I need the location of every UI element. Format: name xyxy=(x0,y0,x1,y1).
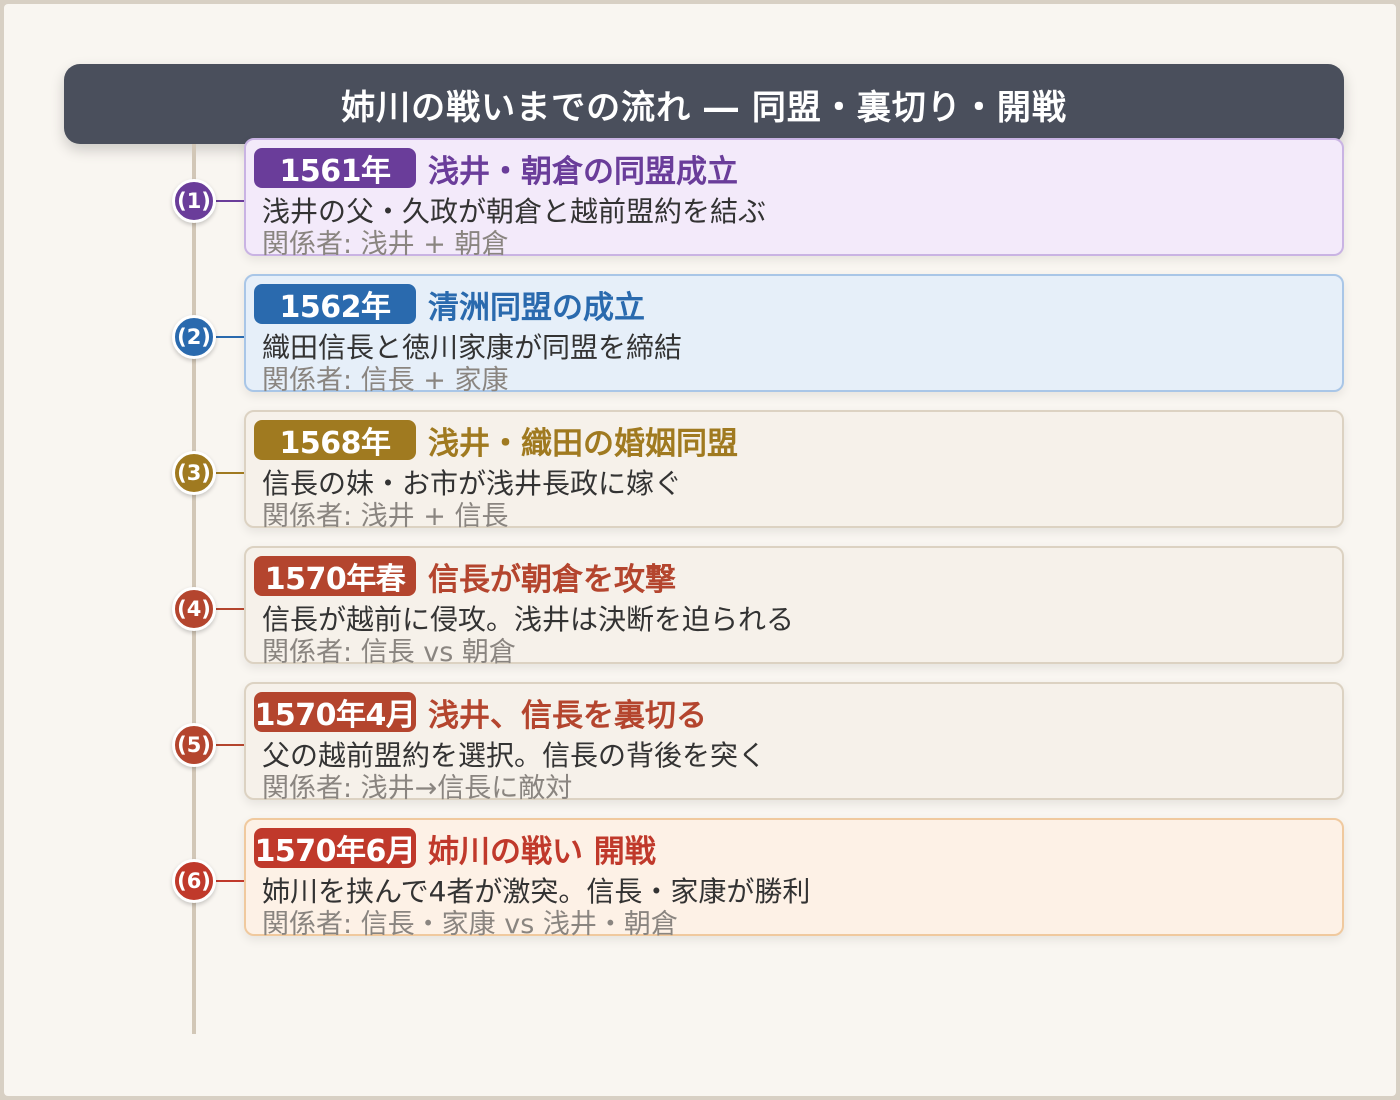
event-connector xyxy=(216,880,244,882)
timeline-event-card: 1570年6月 姉川の戦い 開戦 姉川を挟んで4者が激突。信長・家康が勝利 関係… xyxy=(244,818,1344,940)
event-number-marker: (5) xyxy=(172,723,216,767)
event-number-marker: (2) xyxy=(172,315,216,359)
event-parties: 関係者: 信長 + 家康 xyxy=(262,365,509,396)
event-number-marker: (1) xyxy=(172,179,216,223)
event-title: 浅井、信長を裏切る xyxy=(428,698,707,734)
event-number-marker: (4) xyxy=(172,587,216,631)
timeline-event-card: 1568年 浅井・織田の婚姻同盟 信長の妹・お市が浅井長政に嫁ぐ 関係者: 浅井… xyxy=(244,410,1344,532)
timeline-event-card: 1570年4月 浅井、信長を裏切る 父の越前盟約を選択。信長の背後を突く 関係者… xyxy=(244,682,1344,804)
event-parties: 関係者: 信長 vs 朝倉 xyxy=(262,637,516,668)
event-connector xyxy=(216,200,244,202)
page-title: 姉川の戦いまでの流れ ― 同盟・裏切り・開戦 xyxy=(341,87,1067,128)
event-title: 浅井・織田の婚姻同盟 xyxy=(428,426,738,462)
event-date-badge: 1570年4月 xyxy=(254,692,416,733)
event-date-badge: 1562年 xyxy=(254,284,416,325)
timeline-event-card: 1562年 清洲同盟の成立 織田信長と徳川家康が同盟を締結 関係者: 信長 + … xyxy=(244,274,1344,396)
event-connector xyxy=(216,336,244,338)
event-parties: 関係者: 信長・家康 vs 浅井・朝倉 xyxy=(262,909,678,940)
event-title: 姉川の戦い 開戦 xyxy=(428,834,656,870)
event-connector xyxy=(216,472,244,474)
event-date-badge: 1561年 xyxy=(254,148,416,189)
event-parties: 関係者: 浅井 + 信長 xyxy=(262,501,509,532)
title-banner: 姉川の戦いまでの流れ ― 同盟・裏切り・開戦 xyxy=(64,64,1344,144)
event-parties: 関係者: 浅井 + 朝倉 xyxy=(262,229,509,260)
timeline-event-card: 1570年春 信長が朝倉を攻撃 信長が越前に侵攻。浅井は決断を迫られる 関係者:… xyxy=(244,546,1344,668)
event-date-badge: 1570年春 xyxy=(254,556,416,597)
event-date-badge: 1570年6月 xyxy=(254,828,416,869)
event-date-badge: 1568年 xyxy=(254,420,416,461)
event-title: 清洲同盟の成立 xyxy=(428,290,645,326)
event-connector xyxy=(216,744,244,746)
event-connector xyxy=(216,608,244,610)
event-title: 浅井・朝倉の同盟成立 xyxy=(428,154,738,190)
event-title: 信長が朝倉を攻撃 xyxy=(428,562,676,598)
event-number-marker: (6) xyxy=(172,859,216,903)
timeline-event-card: 1561年 浅井・朝倉の同盟成立 浅井の父・久政が朝倉と越前盟約を結ぶ 関係者:… xyxy=(244,138,1344,260)
event-number-marker: (3) xyxy=(172,451,216,495)
infographic-canvas: 姉川の戦いまでの流れ ― 同盟・裏切り・開戦 1561年 浅井・朝倉の同盟成立 … xyxy=(4,4,1396,1096)
event-parties: 関係者: 浅井→信長に敵対 xyxy=(262,773,573,804)
